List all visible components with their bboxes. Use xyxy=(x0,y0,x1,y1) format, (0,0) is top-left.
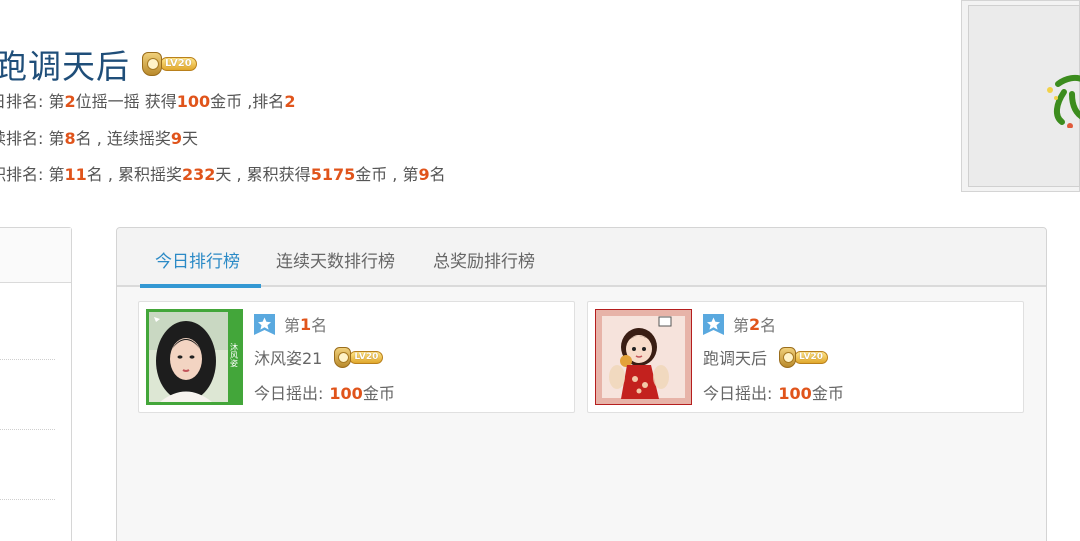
rank-prefix: 第 xyxy=(733,316,750,335)
coins-value: 100 xyxy=(329,384,363,403)
streak-rank-value: 8 xyxy=(64,129,76,148)
today-rank2-value: 2 xyxy=(284,92,296,111)
level-badge: LV20 xyxy=(334,346,384,368)
user-name[interactable]: 跑调天后 xyxy=(703,345,767,369)
left-panel xyxy=(0,227,72,541)
decoration-glyph-icon xyxy=(1047,74,1080,128)
level-medal-icon xyxy=(334,346,352,368)
left-divider xyxy=(0,359,55,360)
total-rank-mid2: 天 , 累积获得 xyxy=(215,165,311,184)
total-rank-mid3: 金币 , 第 xyxy=(355,165,419,184)
coins-label: 今日摇出: xyxy=(254,384,324,403)
leaderboard-tabs: 今日排行榜 连续天数排行榜 总奖励排行榜 xyxy=(117,228,1046,288)
level-badge-label: LV20 xyxy=(794,350,829,364)
today-rank-mid: 位摇一摇 获得 xyxy=(75,92,177,111)
bookmark-star-icon xyxy=(703,313,724,335)
rank-suffix: 名 xyxy=(311,316,328,335)
user-avatar[interactable]: 沐风姿 xyxy=(146,309,243,405)
today-rank-prefix: 日排名: 第 xyxy=(0,92,65,111)
level-badge-label: LV20 xyxy=(160,57,197,71)
total-days-value: 232 xyxy=(182,165,216,184)
username-title: 跑调天后 xyxy=(0,47,130,86)
streak-rank-line: 续排名: 第8名 , 连续摇奖9天 xyxy=(0,125,198,149)
streak-rank-suffix: 天 xyxy=(182,129,199,148)
left-divider xyxy=(0,499,55,500)
coins-row: 今日摇出: 100金币 xyxy=(703,380,844,404)
coins-row: 今日摇出: 100金币 xyxy=(254,380,395,404)
today-rank-value: 2 xyxy=(64,92,76,111)
level-badge: LV20 xyxy=(142,52,197,76)
today-rank-mid2: 金币 ,排名 xyxy=(210,92,285,111)
total-rank-suffix: 名 xyxy=(429,165,446,184)
bookmark-star-icon xyxy=(254,313,275,335)
tab-today-ranking[interactable]: 今日排行榜 xyxy=(155,247,240,272)
total-rank-line: 积排名: 第11名 , 累积摇奖232天 , 累积获得5175金币 , 第9名 xyxy=(0,161,446,185)
leaderboard-panel: 今日排行榜 连续天数排行榜 总奖励排行榜 沐风姿 第 1 名 沐风姿21 LV2… xyxy=(116,227,1047,541)
rank-prefix: 第 xyxy=(284,316,301,335)
rank-number: 2 xyxy=(749,314,761,334)
coins-unit: 金币 xyxy=(811,384,844,403)
user-name[interactable]: 沐风姿21 xyxy=(254,345,322,369)
rank-number: 1 xyxy=(300,314,312,334)
today-rank-line: 日排名: 第2位摇一摇 获得100金币 ,排名2 xyxy=(0,88,295,112)
coins-unit: 金币 xyxy=(362,384,395,403)
level-medal-icon xyxy=(779,346,797,368)
streak-rank-mid: 名 , 连续摇奖 xyxy=(75,129,171,148)
user-avatar[interactable] xyxy=(595,309,692,405)
level-medal-icon xyxy=(142,52,162,76)
total-rank-prefix: 积排名: 第 xyxy=(0,165,65,184)
leaderboard-card: 沐风姿 第1名 沐风姿21 LV20 今日摇出: 100金币 xyxy=(138,301,575,413)
level-badge-label: LV20 xyxy=(349,350,384,364)
total-rank-value: 11 xyxy=(64,165,87,184)
rank-row: 第1名 xyxy=(254,312,327,336)
tab-total-reward-ranking[interactable]: 总奖励排行榜 xyxy=(433,247,535,272)
rank-suffix: 名 xyxy=(760,316,777,335)
level-badge: LV20 xyxy=(779,346,829,368)
avatar-caption: 沐风姿 xyxy=(230,342,239,367)
active-tab-indicator xyxy=(140,284,261,288)
rank-row: 第2名 xyxy=(703,312,776,336)
leaderboard-card: 第2名 跑调天后 LV20 今日摇出: 100金币 xyxy=(587,301,1024,413)
total-rank-mid: 名 , 累积摇奖 xyxy=(86,165,183,184)
tab-streak-ranking[interactable]: 连续天数排行榜 xyxy=(276,247,395,272)
user-row: 跑调天后 LV20 xyxy=(703,345,829,369)
coins-label: 今日摇出: xyxy=(703,384,773,403)
streak-rank-prefix: 续排名: 第 xyxy=(0,129,65,148)
page-title: 跑调天后 LV20 xyxy=(0,40,197,88)
user-row: 沐风姿21 LV20 xyxy=(254,345,384,369)
left-panel-header xyxy=(0,228,71,283)
left-divider xyxy=(0,429,55,430)
today-coins-value: 100 xyxy=(176,92,211,111)
total-rank2-value: 9 xyxy=(418,165,430,184)
coins-value: 100 xyxy=(778,384,812,403)
streak-days-value: 9 xyxy=(170,129,183,148)
total-coins-value: 5175 xyxy=(310,165,356,184)
